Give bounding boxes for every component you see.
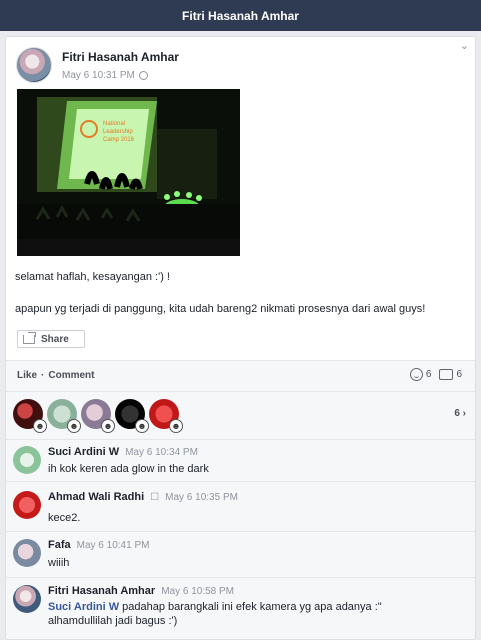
liker-avatar[interactable]: ☻: [149, 399, 183, 433]
comment-item: Fafa May 6 10:41 PM wiiih: [13, 539, 468, 569]
post-photo[interactable]: National Leadership Camp 2016: [17, 89, 240, 256]
svg-text:Camp 2016: Camp 2016: [103, 137, 135, 143]
post-timestamp[interactable]: May 6 10:31 PM: [62, 70, 135, 81]
likers-more-link[interactable]: 6 ›: [454, 408, 466, 419]
comment-link[interactable]: Comment: [48, 370, 94, 381]
post-caption-line1: selamat haflah, kesayangan :') !: [15, 271, 170, 283]
liker-avatar[interactable]: ☻: [13, 399, 47, 433]
post-card: ⌄ Fitri Hasanah Amhar May 6 10:31 PM Nat…: [5, 36, 476, 640]
comment-item: Ahmad Wali Radhi ☐ May 6 10:35 PM kece2.: [13, 491, 468, 524]
author-avatar[interactable]: [16, 47, 52, 83]
reaction-icon: ☻: [33, 419, 47, 433]
comment-time[interactable]: May 6 10:35 PM: [165, 492, 238, 503]
commenter-avatar[interactable]: [13, 539, 41, 567]
liker-avatar[interactable]: ☻: [81, 399, 115, 433]
reaction-icon: ☻: [67, 419, 81, 433]
reaction-icon: ☻: [169, 419, 183, 433]
reaction-icon: ☻: [135, 419, 149, 433]
liker-avatar[interactable]: ☻: [47, 399, 81, 433]
post-footer: Like · Comment 6 6 ☻ ☻ ☻ ☻ ☻ 6 › Suci Ar…: [6, 360, 475, 639]
svg-text:Leadership: Leadership: [103, 129, 133, 135]
like-link[interactable]: Like: [17, 370, 37, 381]
comment-icon: [439, 369, 454, 380]
post-caption-line2: apapun yg terjadi di panggung, kita udah…: [15, 303, 426, 315]
separator-dot: ·: [41, 370, 45, 381]
top-bar: Fitri Hasanah Amhar: [0, 0, 481, 31]
share-button[interactable]: Share: [17, 330, 85, 348]
commenter-avatar[interactable]: [13, 446, 41, 474]
comments-count[interactable]: 6: [439, 369, 462, 380]
commenter-avatar[interactable]: [13, 491, 41, 519]
reactions-count[interactable]: 6: [409, 368, 431, 381]
post-author[interactable]: Fitri Hasanah Amhar: [62, 50, 179, 64]
verified-badge: ☐: [150, 492, 160, 503]
post-header: Fitri Hasanah Amhar May 6 10:31 PM: [16, 47, 179, 83]
svg-text:National: National: [103, 121, 125, 127]
commenter-avatar[interactable]: [13, 585, 41, 613]
commenter-name[interactable]: Fitri Hasanah Amhar: [48, 585, 155, 597]
globe-icon: [138, 71, 148, 80]
comment-item: Suci Ardini W May 6 10:34 PM ih kok kere…: [13, 446, 468, 475]
commenter-name[interactable]: Ahmad Wali Radhi: [48, 491, 144, 503]
likers-row: ☻ ☻ ☻ ☻ ☻: [13, 399, 183, 433]
reaction-icon: ☻: [101, 419, 115, 433]
comment-time[interactable]: May 6 10:58 PM: [161, 586, 234, 597]
share-label: Share: [41, 333, 69, 345]
chevron-down-icon[interactable]: ⌄: [460, 39, 469, 52]
comment-text: ih kok keren ada glow in the dark: [48, 463, 209, 475]
commenter-name[interactable]: Fafa: [48, 539, 71, 551]
page-title: Fitri Hasanah Amhar: [182, 8, 299, 23]
commenter-name[interactable]: Suci Ardini W: [48, 446, 119, 458]
comment-text-line2: alhamdullilah jadi bagus :'): [48, 615, 178, 627]
comment-item: Fitri Hasanah Amhar May 6 10:58 PM Suci …: [13, 585, 468, 627]
comment-text: Suci Ardini W padahap barangkali ini efe…: [48, 601, 382, 613]
smile-icon: [409, 368, 423, 381]
comment-time[interactable]: May 6 10:41 PM: [77, 540, 150, 551]
comment-time[interactable]: May 6 10:34 PM: [125, 447, 198, 458]
mention-link[interactable]: Suci Ardini W: [48, 601, 119, 613]
comment-text-body: padahap barangkali ini efek kamera yg ap…: [122, 601, 382, 613]
liker-avatar[interactable]: ☻: [115, 399, 149, 433]
comment-text: kece2.: [48, 512, 81, 524]
share-icon: [23, 331, 36, 344]
comment-text: wiiih: [48, 557, 70, 569]
